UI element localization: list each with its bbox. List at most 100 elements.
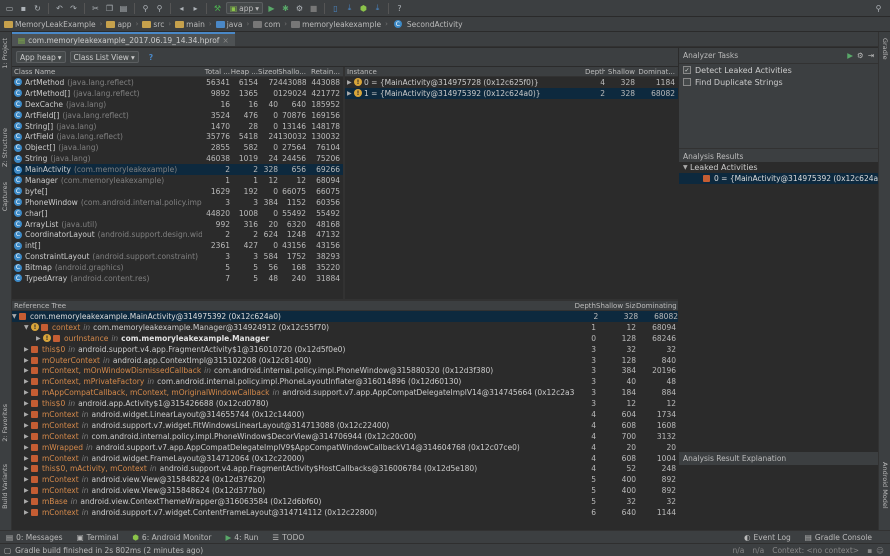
expand-arrow-icon[interactable]: ▶ [24, 509, 31, 516]
ref-tree-root[interactable]: ▼ com.memoryleakexample.MainActivity@314… [12, 311, 678, 322]
class-row[interactable]: Cint[] 2361 427 0 43156 43156 [12, 240, 343, 251]
expand-arrow-icon[interactable]: ▼ [24, 324, 31, 331]
lock-icon[interactable]: ▪ [867, 546, 872, 555]
checkbox-unchecked-icon[interactable] [683, 78, 691, 86]
attach-debugger-icon[interactable]: ⚙ [294, 3, 305, 14]
ref-tree-row[interactable]: ▶ mContext in com.android.internal.policy.i… [12, 431, 678, 442]
tab-project[interactable]: 1: Project [1, 38, 9, 69]
close-icon[interactable]: × [222, 36, 228, 45]
open-folder-icon[interactable]: ▭ [4, 3, 15, 14]
class-row[interactable]: C ArtField[] (java.lang.reflect) 3524 476 0 70… [12, 110, 343, 121]
replace-icon[interactable]: ⚲ [154, 3, 165, 14]
search-everywhere-icon[interactable]: ⚲ [873, 3, 884, 14]
col-total[interactable]: Total ... [202, 68, 230, 76]
expand-arrow-icon[interactable]: ▶ [36, 335, 43, 342]
class-row[interactable]: C CoordinatorLayout (android.support.desig… [12, 229, 343, 240]
class-row[interactable]: C String[] (java.lang) 1470 28 0 13146 148178 [12, 121, 343, 132]
class-row[interactable]: C ArtField (java.lang.reflect) 35776 5418 24 1… [12, 131, 343, 142]
class-row[interactable]: C ArrayList (java.util) 992 316 20 6320 48168 [12, 219, 343, 230]
tab-todo[interactable]: ☰ TODO [272, 533, 304, 542]
expand-arrow-icon[interactable]: ▶ [24, 400, 31, 407]
ref-tree-row[interactable]: ▶ this$0 in android.support.v4.app.Fragment… [12, 344, 678, 355]
breadcrumb-com[interactable]: com [253, 20, 280, 29]
find-icon[interactable]: ⚲ [140, 3, 151, 14]
expand-arrow-icon[interactable]: ▶ [347, 90, 354, 97]
ref-tree-row[interactable]: ▶ this$0, mActivity, mContext in android.su… [12, 463, 678, 474]
task-find-duplicate-strings[interactable]: Find Duplicate Strings [679, 76, 878, 88]
forward-icon[interactable]: ▸ [190, 3, 201, 14]
expand-arrow-icon[interactable]: ▶ [24, 378, 31, 385]
ref-tree-row[interactable]: ▶ mContext, mOnWindowDismissedCallback in c… [12, 365, 678, 376]
ref-tree-row[interactable]: ▶ mContext in android.widget.LinearLayout@3… [12, 409, 678, 420]
leaked-activities-group[interactable]: ▼ Leaked Activities [679, 162, 878, 173]
make-icon[interactable]: ⚒ [212, 3, 223, 14]
help-icon[interactable]: ? [394, 3, 405, 14]
expand-arrow-icon[interactable]: ▶ [24, 455, 31, 462]
col-dominating[interactable]: Dominat... [635, 68, 675, 76]
leaked-activity-item[interactable]: 0 = {MainActivity@314975392 (0x12c624a0)… [679, 173, 878, 184]
run-analysis-icon[interactable]: ▶ [847, 51, 853, 60]
col-heap[interactable]: Heap ... [230, 68, 258, 76]
breadcrumb-module[interactable]: app [106, 20, 132, 29]
tab-captures[interactable]: Captures [1, 182, 9, 211]
breadcrumb-java[interactable]: java [215, 20, 242, 29]
ref-tree-row[interactable]: ▶ this$0 in android.app.Activity$1@31542668… [12, 398, 678, 409]
class-row[interactable]: C Bitmap (android.graphics) 5 5 56 168 35220 [12, 262, 343, 273]
hide-icon[interactable]: ⇥ [868, 51, 874, 60]
debug-icon[interactable]: ✱ [280, 3, 291, 14]
tab-event-log[interactable]: ◐ Event Log [744, 533, 791, 542]
ref-tree-row[interactable]: ▶ mContext, mPrivateFactory in com.android.… [12, 376, 678, 387]
class-row[interactable]: C ConstraintLayout (android.support.constr… [12, 251, 343, 262]
ref-tree-row[interactable]: ▶ mContext in android.widget.FrameLayout@31… [12, 453, 678, 464]
col-dominating[interactable]: Dominating... [636, 302, 676, 310]
avd-manager-icon[interactable]: ▯ [330, 3, 341, 14]
run-icon[interactable]: ▶ [266, 3, 277, 14]
expand-arrow-icon[interactable]: ▶ [24, 444, 31, 451]
heap-select[interactable]: App heap ▾ [16, 51, 66, 63]
breadcrumb-main[interactable]: main [175, 20, 205, 29]
tab-gradle[interactable]: Gradle [881, 38, 889, 60]
ref-tree-row[interactable]: ▶ mContext in android.support.v7.widget.Con… [12, 507, 678, 518]
ref-tree-row[interactable]: ▶ mContext in android.view.View@315848624 (… [12, 485, 678, 496]
ref-tree-row[interactable]: ▶ mOuterContext in android.app.ContextImpl@… [12, 355, 678, 366]
instance-row[interactable]: ▶! 1 = {MainActivity@314975392 (0x12c624a… [345, 87, 678, 99]
class-row[interactable]: Cchar[] 44820 1008 0 55492 55492 [12, 208, 343, 219]
inspector-icon[interactable]: ☺ [876, 546, 884, 555]
expand-arrow-icon[interactable]: ▼ [12, 313, 19, 320]
col-shallow[interactable]: Shallo... [278, 68, 306, 76]
copy-icon[interactable]: ❐ [104, 3, 115, 14]
class-row[interactable]: C TypedArray (android.content.res) 7 5 48 240 3… [12, 273, 343, 284]
tab-messages[interactable]: ▤ 0: Messages [6, 533, 63, 542]
android-device-monitor-icon[interactable]: ⬢ [358, 3, 369, 14]
expand-arrow-icon[interactable]: ▶ [24, 389, 31, 396]
breadcrumb-class[interactable]: C SecondActivity [392, 20, 463, 29]
ref-tree-row[interactable]: ▶ mContext in android.view.View@315848224 (… [12, 474, 678, 485]
sdk-download-icon[interactable]: ⤓ [372, 3, 383, 14]
undo-icon[interactable]: ↶ [54, 3, 65, 14]
col-shallow-size[interactable]: Shallow Size [596, 302, 636, 310]
tab-android-monitor[interactable]: ⬢ 6: Android Monitor [132, 533, 211, 542]
tab-terminal[interactable]: ▣ Terminal [77, 533, 119, 542]
class-row[interactable]: C MainActivity (com.memoryleakexample) 2 2 32… [12, 164, 343, 176]
tab-gradle-console[interactable]: ▤ Gradle Console [805, 533, 872, 542]
instance-row[interactable]: ▶! 0 = {MainActivity@314975728 (0x12c625f… [345, 77, 678, 88]
back-icon[interactable]: ◂ [176, 3, 187, 14]
checkbox-checked-icon[interactable]: ✓ [683, 66, 691, 74]
breadcrumb-project[interactable]: MemoryLeakExample [4, 20, 96, 29]
expand-arrow-icon[interactable]: ▶ [24, 498, 31, 505]
expand-arrow-icon[interactable]: ▶ [347, 79, 354, 86]
class-row[interactable]: C Object[] (java.lang) 2855 582 0 27564 76104 [12, 142, 343, 153]
expand-arrow-icon[interactable]: ▼ [683, 164, 690, 171]
class-row[interactable]: C PhoneWindow (com.android.internal.policy… [12, 197, 343, 208]
settings-icon[interactable]: ⚙ [857, 51, 864, 60]
ref-tree-row[interactable]: ▶! ourInstance in com.memoryleakexample.Man… [12, 333, 678, 344]
expand-arrow-icon[interactable]: ▶ [24, 357, 31, 364]
cut-icon[interactable]: ✂ [90, 3, 101, 14]
help-icon[interactable]: ? [149, 53, 153, 62]
expand-arrow-icon[interactable]: ▶ [24, 411, 31, 418]
sdk-manager-icon[interactable]: ⤓ [344, 3, 355, 14]
run-config-select[interactable]: ▣ app ▾ [226, 2, 263, 14]
class-row[interactable]: Cbyte[] 1629 192 0 66075 66075 [12, 186, 343, 197]
expand-arrow-icon[interactable]: ▶ [24, 487, 31, 494]
tab-android-model[interactable]: Android Model [881, 462, 889, 509]
